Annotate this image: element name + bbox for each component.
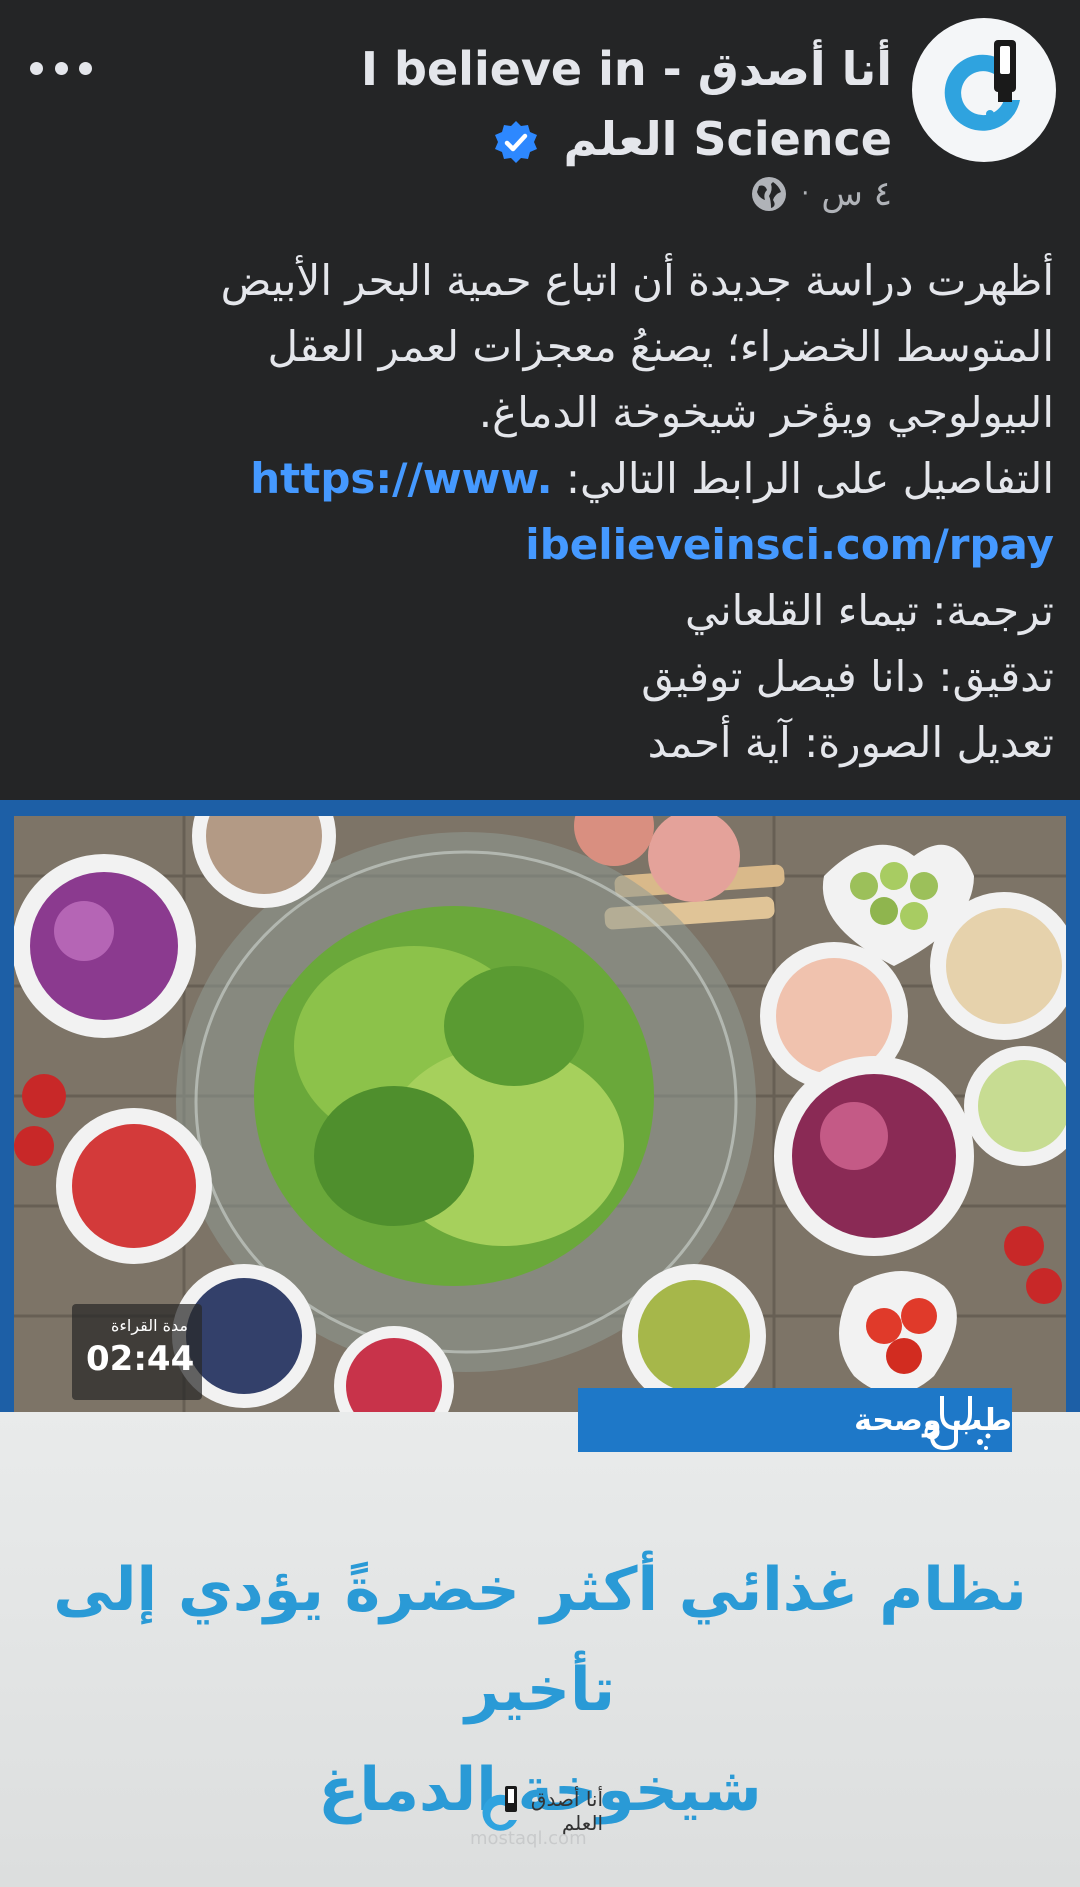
dot-icon <box>54 61 68 75</box>
post-image[interactable]: مدة القراءة 02:44 طب وصحة نظام غذائي أكث… <box>0 800 1080 1887</box>
headline-line: نظام غذائي أكثر خضرةً يؤدي إلى تأخير <box>53 1555 1027 1725</box>
footer-logo-line: أنا أصدق <box>530 1787 604 1811</box>
post-link[interactable]: https://www. <box>250 454 552 503</box>
watermark: mostaql.com <box>470 1828 587 1849</box>
stethoscope-icon <box>924 1396 991 1451</box>
verified-badge-icon <box>494 120 537 163</box>
dot-icon <box>30 61 43 75</box>
science-logo-icon <box>944 40 1020 131</box>
post-text: أظهرت دراسة جديدة أن اتباع حمية البحر ال… <box>24 248 1054 776</box>
post-text-line: البيولوجي ويؤخر شيخوخة الدماغ. <box>478 388 1054 437</box>
post-meta: ٤ س · <box>749 170 892 218</box>
post-text-line: المتوسط الخضراء؛ يصنعُ معجزات لعمر العقل <box>267 322 1054 371</box>
credit-line: تدقيق: دانا فيصل توفيق <box>641 652 1054 701</box>
meta-separator: · <box>801 179 810 209</box>
read-time-value: 02:44 <box>86 1339 195 1379</box>
credit-line: ترجمة: تيماء القلعاني <box>684 586 1054 635</box>
credit-line: تعديل الصورة: آية أحمد <box>647 718 1054 767</box>
read-time-badge: مدة القراءة 02:44 <box>72 1304 202 1400</box>
post-text-line: أظهرت دراسة جديدة أن اتباع حمية البحر ال… <box>220 256 1054 305</box>
page-name[interactable]: أنا أصدق - I believe in Science العلم <box>172 34 892 174</box>
page-name-text[interactable]: أنا أصدق - I believe in Science العلم <box>361 42 892 166</box>
details-line: التفاصيل على الرابط التالي: https://www. <box>24 446 1054 512</box>
post-time[interactable]: ٤ س <box>821 174 892 214</box>
details-link-line: ibelieveinsci.com/rpay <box>24 512 1054 578</box>
globe-icon <box>752 177 787 211</box>
post-link-continued[interactable]: ibelieveinsci.com/rpay <box>525 520 1054 569</box>
details-prefix: التفاصيل على الرابط التالي: <box>552 454 1054 503</box>
page-avatar[interactable] <box>912 18 1056 162</box>
dot-icon <box>79 61 92 75</box>
read-time-label: مدة القراءة <box>110 1316 188 1335</box>
more-options-button[interactable] <box>26 38 96 98</box>
category-tag: طب وصحة <box>578 1388 1012 1452</box>
